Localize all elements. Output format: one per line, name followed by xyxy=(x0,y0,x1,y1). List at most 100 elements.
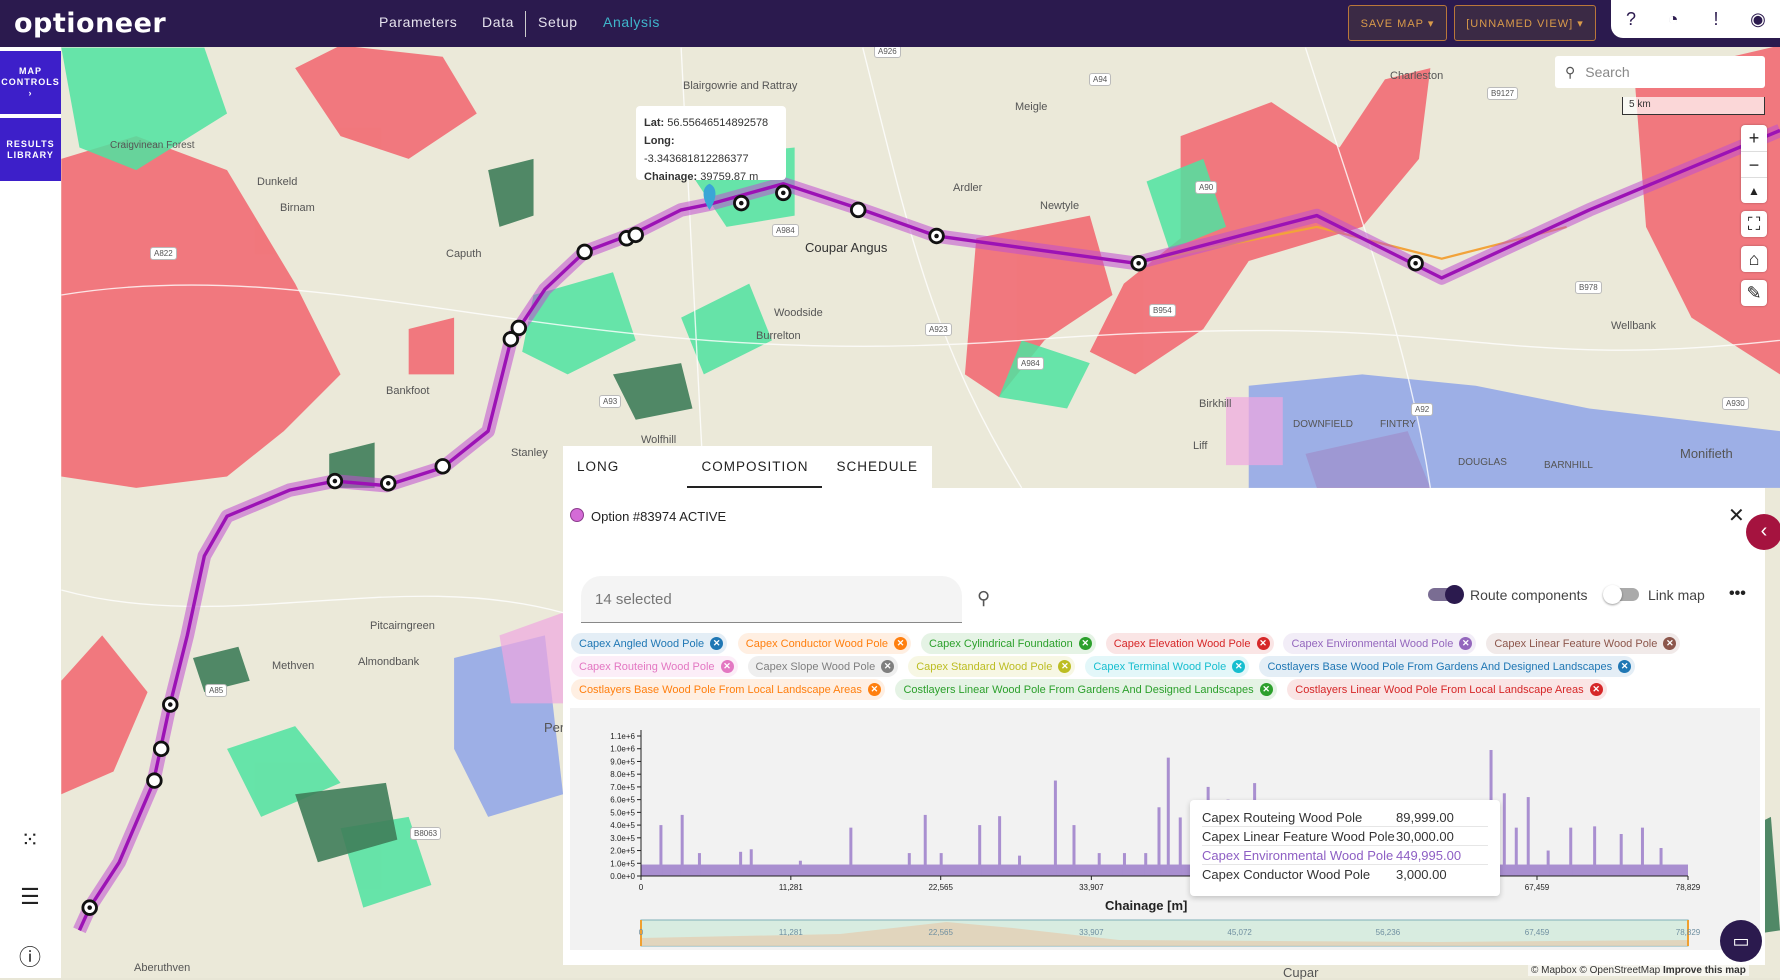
nav-data[interactable]: Data xyxy=(482,14,514,30)
x-tick-label: 78,829 xyxy=(1676,883,1701,892)
brush-tick-label: 11,281 xyxy=(779,928,803,937)
map-controls-button[interactable]: MAP CONTROLS › xyxy=(0,51,61,114)
ruler-icon: ✎ xyxy=(1746,283,1762,303)
component-chip[interactable]: Capex Angled Wood Pole ✕ xyxy=(571,633,728,654)
attribution-text[interactable]: © Mapbox © OpenStreetMap xyxy=(1531,965,1660,976)
remove-chip-icon[interactable]: ✕ xyxy=(1232,660,1246,673)
comments-icon[interactable]: ☰ xyxy=(16,884,44,912)
feedback-icon[interactable]: ! xyxy=(1704,7,1728,31)
remove-chip-icon[interactable]: ✕ xyxy=(1663,637,1677,650)
measure-button[interactable]: ✎ xyxy=(1741,280,1767,306)
link-map-toggle[interactable] xyxy=(1603,585,1639,604)
remove-chip-icon[interactable]: ✕ xyxy=(710,637,724,650)
remove-chip-icon[interactable]: ✕ xyxy=(1618,660,1632,673)
route-components-toggle[interactable] xyxy=(1428,585,1464,604)
component-chip[interactable]: Costlayers Base Wood Pole From Local Lan… xyxy=(571,679,885,700)
y-tick-label: 9.0e+5 xyxy=(610,757,635,766)
x-tick-label: 33,907 xyxy=(1079,883,1104,892)
search-icon[interactable]: ⚲ xyxy=(977,588,990,609)
tab-composition[interactable]: COMPOSITION xyxy=(687,446,823,488)
speedometer-icon[interactable]: ◔ xyxy=(1661,7,1685,31)
chart-bar xyxy=(1053,780,1057,876)
remove-chip-icon[interactable]: ✕ xyxy=(894,637,908,650)
component-chip[interactable]: Capex Slope Wood Pole ✕ xyxy=(747,656,899,677)
component-chip[interactable]: Capex Conductor Wood Pole ✕ xyxy=(737,633,912,654)
chart-bar xyxy=(739,851,743,876)
remove-chip-icon[interactable]: ✕ xyxy=(1078,637,1092,650)
chip-label: Capex Conductor Wood Pole xyxy=(745,637,889,650)
component-chip[interactable]: Capex Linear Feature Wood Pole ✕ xyxy=(1486,633,1681,654)
chart-bar xyxy=(1619,834,1623,876)
more-options-icon[interactable]: ••• xyxy=(1729,585,1746,603)
app-logo[interactable]: optioneer xyxy=(14,8,166,39)
improve-map-link[interactable]: Improve this map xyxy=(1663,965,1746,976)
road-label: A92 xyxy=(1411,403,1434,416)
road-label: A94 xyxy=(1089,73,1112,86)
info-icon[interactable]: ⓘ xyxy=(16,940,44,970)
y-tick-label: 1.1e+6 xyxy=(610,732,635,741)
y-tick-label: 8.0e+5 xyxy=(610,770,635,779)
tab-long-section[interactable]: LONG SECTION xyxy=(563,446,687,516)
view-select-button[interactable]: [UNNAMED VIEW] ▾ xyxy=(1454,5,1596,41)
x-axis-label: Chainage [m] xyxy=(1105,898,1188,913)
component-chip[interactable]: Capex Terminal Wood Pole ✕ xyxy=(1085,656,1250,677)
chip-label: Capex Terminal Wood Pole xyxy=(1093,660,1227,673)
component-chip[interactable]: Costlayers Linear Wood Pole From Gardens… xyxy=(895,679,1277,700)
results-library-label: RESULTS LIBRARY xyxy=(6,138,55,160)
tab-schedule[interactable]: SCHEDULE xyxy=(822,446,932,488)
map-search-input[interactable]: ⚲ Search xyxy=(1555,56,1765,88)
y-tick-label: 1.0e+5 xyxy=(610,859,635,868)
component-chip[interactable]: Capex Standard Wood Pole ✕ xyxy=(908,656,1076,677)
component-chip[interactable]: Capex Environmental Wood Pole ✕ xyxy=(1283,633,1477,654)
remove-chip-icon[interactable]: ✕ xyxy=(720,660,734,673)
component-chip[interactable]: Costlayers Base Wood Pole From Gardens A… xyxy=(1259,656,1636,677)
chart-bar xyxy=(907,853,911,876)
search-icon: ⚲ xyxy=(1565,63,1576,80)
remove-chip-icon[interactable]: ✕ xyxy=(1256,637,1270,650)
chart-bar xyxy=(1546,850,1550,876)
remove-chip-icon[interactable]: ✕ xyxy=(1058,660,1072,673)
place-label: DOWNFIELD xyxy=(1293,419,1353,430)
home-button[interactable]: ⌂ xyxy=(1741,246,1767,272)
help-icon[interactable]: ? xyxy=(1619,7,1643,31)
fullscreen-button[interactable]: ⛶ xyxy=(1741,211,1767,237)
remove-chip-icon[interactable]: ✕ xyxy=(881,660,895,673)
remove-chip-icon[interactable]: ✕ xyxy=(1459,637,1473,650)
chat-button[interactable]: ▭ xyxy=(1720,920,1762,962)
nav-parameters[interactable]: Parameters xyxy=(379,14,457,30)
remove-chip-icon[interactable]: ✕ xyxy=(1589,683,1603,696)
y-tick-label: 2.0e+5 xyxy=(610,847,635,856)
grid-icon[interactable]: ⁙ xyxy=(16,827,44,855)
save-map-button[interactable]: SAVE MAP ▾ xyxy=(1348,5,1447,41)
account-icon[interactable]: ◉ xyxy=(1746,7,1770,31)
place-label: Wolfhill xyxy=(641,434,677,446)
results-library-button[interactable]: RESULTS LIBRARY xyxy=(0,118,61,181)
option-label: Option #83974 ACTIVE xyxy=(591,509,727,524)
lat-label: Lat: xyxy=(644,117,665,129)
compass-button[interactable]: ▲ xyxy=(1741,177,1767,203)
remove-chip-icon[interactable]: ✕ xyxy=(1259,683,1273,696)
component-chip[interactable]: Capex Routeing Wood Pole ✕ xyxy=(571,656,738,677)
chart-tooltip: Capex Routeing Wood Pole 89,999.00 Capex L… xyxy=(1190,800,1500,896)
zoom-out-button[interactable]: − xyxy=(1741,151,1767,177)
component-chip[interactable]: Costlayers Linear Wood Pole From Local L… xyxy=(1287,679,1607,700)
close-panel-button[interactable]: ✕ xyxy=(1728,503,1745,528)
chart-bar xyxy=(1502,793,1506,876)
nav-analysis[interactable]: Analysis xyxy=(603,14,660,30)
remove-chip-icon[interactable]: ✕ xyxy=(867,683,881,696)
chart-bar xyxy=(1593,826,1597,876)
place-label: Liff xyxy=(1193,440,1208,452)
component-chip[interactable]: Capex Cylindrical Foundation ✕ xyxy=(921,633,1096,654)
x-tick-label: 11,281 xyxy=(779,883,803,892)
nav-setup[interactable]: Setup xyxy=(538,14,578,30)
chart-bar xyxy=(1569,827,1573,876)
collapse-panel-button[interactable]: ‹ xyxy=(1746,514,1780,550)
component-chip[interactable]: Capex Elevation Wood Pole ✕ xyxy=(1105,633,1274,654)
zoom-in-button[interactable]: + xyxy=(1741,125,1767,151)
chart-bar xyxy=(1144,853,1148,876)
component-select[interactable]: 14 selected xyxy=(581,576,962,623)
chart-svg[interactable]: 0.0e+0 1.0e+5 2.0e+5 3.0e+5 4.0e+5 5.0e+5 6.0e… xyxy=(570,708,1760,950)
x-tick-label: 0 xyxy=(639,883,644,892)
brush-tick-label: 67,459 xyxy=(1525,928,1550,937)
baseline-area xyxy=(641,864,1688,876)
